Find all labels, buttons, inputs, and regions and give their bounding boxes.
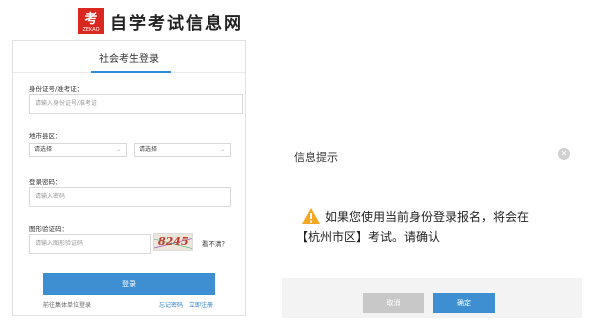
password-input[interactable]: 请输入密码 <box>29 187 231 207</box>
forgot-password-link[interactable]: 忘记密码 <box>159 300 183 309</box>
tab-social-login[interactable]: 社会考生登录 <box>13 50 245 65</box>
site-logo: 考 ZEKAO 自学考试信息网 <box>78 8 243 34</box>
cancel-button[interactable]: 取消 <box>363 293 424 313</box>
close-icon[interactable]: ✕ <box>558 148 570 160</box>
dialog-body: 如果您使用当前身份登录报名，将会在 【杭州市区】考试。请确认 <box>282 174 582 278</box>
chevron-down-icon: ⌄ <box>115 146 121 153</box>
county-select[interactable]: 请选择 ⌄ <box>134 143 231 157</box>
district-label: 地市县区： <box>29 132 62 140</box>
dialog-message-line1: 如果您使用当前身份登录报名，将会在 <box>325 210 530 224</box>
city-select-value: 请选择 <box>34 146 53 153</box>
confirm-button[interactable]: 确定 <box>433 293 495 313</box>
dialog-header: 信息提示 ✕ <box>282 138 582 174</box>
info-dialog: 信息提示 ✕ 如果您使用当前身份登录报名，将会在 【杭州市区】考试。请确认 取消… <box>282 138 582 318</box>
group-login-link[interactable]: 前往集体单位登录 <box>43 300 91 309</box>
captcha-image[interactable]: 8245 <box>153 233 193 251</box>
id-label: 身份证号/准考证： <box>29 85 84 93</box>
tab-active-indicator <box>91 71 171 73</box>
chevron-down-icon: ⌄ <box>219 146 225 153</box>
password-label: 登录密码： <box>29 178 62 186</box>
login-card: 社会考生登录 身份证号/准考证： 请输入身份证号/准考证 地市县区： 请选择 ⌄… <box>12 40 246 316</box>
captcha-input[interactable]: 请输入图形验证码 <box>29 234 151 254</box>
dialog-message-line2: 【杭州市区】考试。请确认 <box>296 230 441 244</box>
login-button[interactable]: 登录 <box>43 273 215 295</box>
city-select[interactable]: 请选择 ⌄ <box>29 143 127 157</box>
dialog-title: 信息提示 <box>294 151 338 164</box>
county-select-value: 请选择 <box>139 146 158 153</box>
dialog-footer: 取消 确定 <box>282 278 582 318</box>
refresh-captcha-link[interactable]: 看不清？ <box>202 238 228 248</box>
logo-badge: 考 <box>84 11 97 27</box>
id-input[interactable]: 请输入身份证号/准考证 <box>29 94 243 114</box>
logo-icon: 考 ZEKAO <box>78 8 104 34</box>
logo-sub: ZEKAO <box>82 27 99 33</box>
site-name: 自学考试信息网 <box>110 13 243 34</box>
warning-icon <box>302 208 320 224</box>
captcha-text: 8245 <box>158 235 189 248</box>
register-link[interactable]: 立即注册 <box>189 300 213 309</box>
captcha-label: 图形验证码： <box>29 225 68 233</box>
login-tabbar: 社会考生登录 <box>13 41 245 73</box>
